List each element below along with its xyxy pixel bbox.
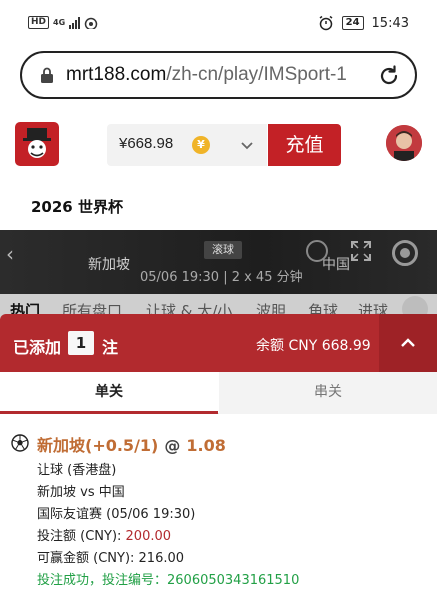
avatar-face-icon (386, 125, 422, 161)
status-bar: HD 4G 24 15:43 (0, 0, 437, 46)
bet-selection: 新加坡(+0.5/1) (37, 436, 159, 455)
url-path: /zh-cn/play/IMSport-1 (166, 64, 347, 85)
wifi-icon (84, 17, 98, 29)
site-header: ¥668.98 ¥ 充值 (0, 112, 437, 180)
slip-added-label: 已添加 (13, 338, 62, 357)
bet-stake-value: 200.00 (125, 529, 172, 544)
bet-slip-header[interactable]: 已添加 1 注 余额 CNY 668.99 (0, 314, 437, 372)
live-stream-icon[interactable] (392, 240, 418, 266)
slip-mode-tabs: 单关 串关 (0, 372, 437, 414)
slip-count-badge: 1 (68, 331, 94, 355)
slip-balance: 余额 CNY 668.99 (256, 338, 371, 354)
balance-selector[interactable]: ¥668.98 ¥ (107, 124, 267, 166)
hd-indicator: HD (28, 16, 50, 29)
soccer-ball-icon (11, 434, 29, 452)
live-badge: 滚球 (204, 241, 242, 259)
bet-payout: 可赢金额 (CNY): 216.00 (37, 547, 184, 566)
bet-league: 国际友谊赛 (05/06 19:30) (37, 507, 196, 522)
fullscreen-icon[interactable] (350, 240, 372, 262)
bet-headline: 新加坡(+0.5/1) @1.08 (37, 432, 226, 456)
reload-icon[interactable] (377, 64, 401, 88)
bet-stake-label: 投注额 (CNY): (37, 529, 126, 544)
battery-icon: 24 (341, 16, 364, 30)
page-title: 2026 世界杯 (31, 198, 123, 216)
status-left: HD 4G (28, 16, 98, 29)
chevron-up-icon (401, 338, 415, 347)
bet-payout-value: 216.00 (138, 551, 185, 566)
deposit-button[interactable]: 充值 (268, 124, 341, 166)
network-label: 4G (53, 18, 66, 27)
bet-success-message: 投注成功，投注编号：2606050343161510 (37, 573, 300, 588)
balance-amount: ¥668.98 (119, 135, 174, 152)
status-right: 24 15:43 (318, 15, 409, 31)
back-icon[interactable]: ‹ (6, 242, 14, 266)
bet-at: @ (164, 436, 181, 455)
tab-single[interactable]: 单关 (0, 372, 218, 414)
chevron-down-icon (241, 142, 253, 150)
match-time: 05/06 19:30 | 2 x 45 分钟 (140, 270, 303, 285)
clock: 15:43 (371, 15, 409, 31)
bet-payout-label: 可赢金额 (CNY): (37, 551, 139, 566)
url-host: mrt188.com (66, 64, 167, 85)
tab-parlay[interactable]: 串关 (219, 372, 437, 414)
avatar[interactable] (386, 125, 422, 161)
collapse-slip-button[interactable] (379, 314, 437, 372)
match-banner: ‹ 滚球 新加坡 中国 05/06 19:30 | 2 x 45 分钟 (0, 230, 437, 294)
stats-icon[interactable] (306, 240, 328, 262)
url-text[interactable]: mrt188.com/zh-cn/play/IMSport-1 (66, 64, 371, 86)
slip-unit-label: 注 (102, 338, 119, 357)
bet-detail: 新加坡(+0.5/1) @1.08 让球 (香港盘) 新加坡 vs 中国 国际友谊… (0, 414, 437, 600)
lock-icon (41, 67, 53, 83)
yen-coin-icon: ¥ (192, 136, 210, 154)
bet-stake: 投注额 (CNY): 200.00 (37, 525, 171, 544)
logo-mascot-icon (23, 128, 51, 158)
signal-icon (69, 16, 81, 29)
bet-odds: 1.08 (186, 436, 226, 455)
site-logo[interactable] (15, 122, 59, 166)
alarm-icon (319, 15, 333, 31)
bet-match: 新加坡 vs 中国 (37, 485, 125, 500)
address-bar[interactable]: mrt188.com/zh-cn/play/IMSport-1 (20, 51, 417, 99)
bet-market: 让球 (香港盘) (37, 463, 117, 478)
home-team: 新加坡 (88, 257, 130, 273)
